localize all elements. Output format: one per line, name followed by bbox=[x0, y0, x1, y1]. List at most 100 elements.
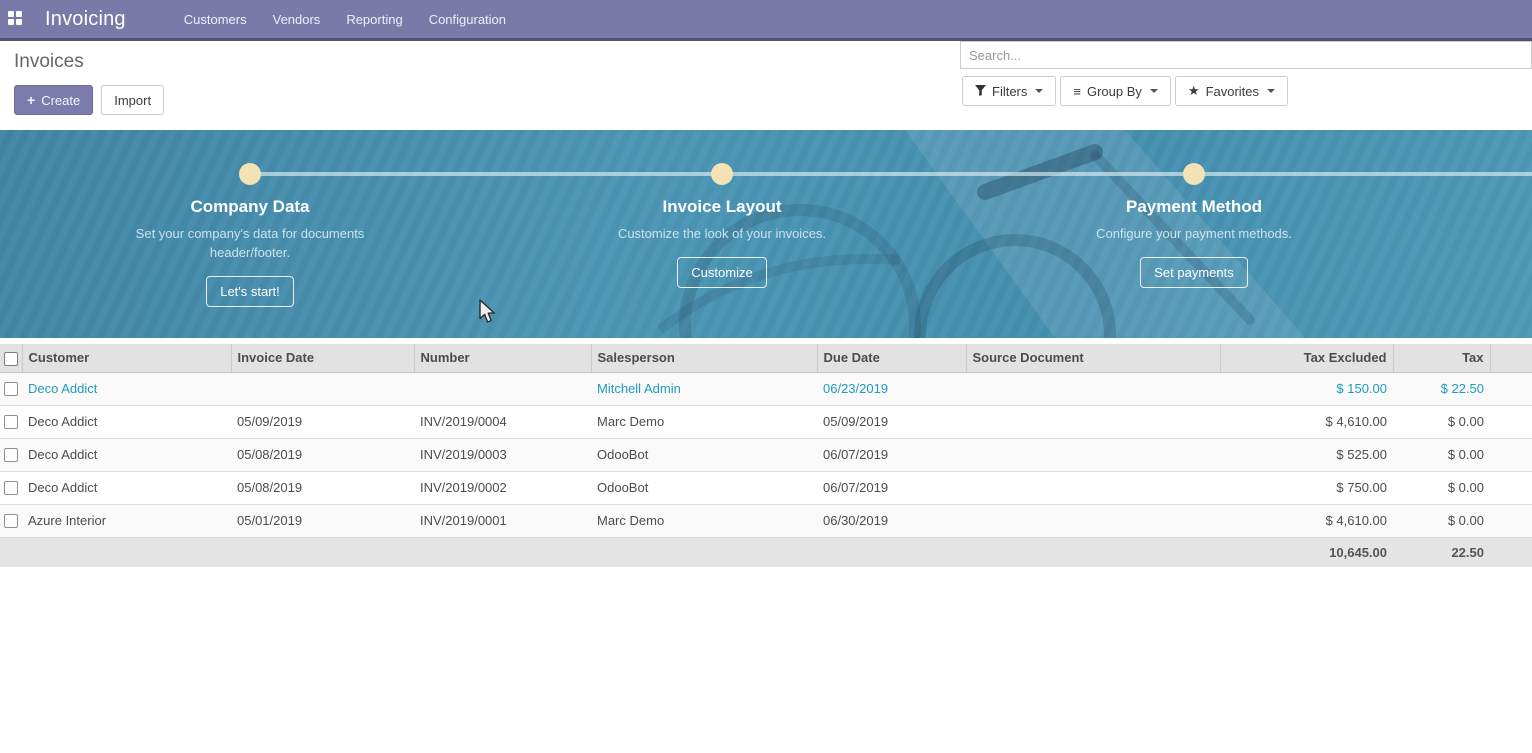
total-tax-excluded: 10,645.00 bbox=[1220, 537, 1393, 567]
menu-configuration[interactable]: Configuration bbox=[416, 0, 519, 39]
step-description: Configure your payment methods. bbox=[1079, 224, 1309, 243]
cell-tax-excluded[interactable]: $ 4,610.00 bbox=[1220, 405, 1393, 438]
row-checkbox[interactable] bbox=[4, 448, 18, 462]
cell-tax[interactable]: $ 0.00 bbox=[1393, 438, 1490, 471]
cell-customer[interactable]: Deco Addict bbox=[22, 438, 231, 471]
cell-tax[interactable]: $ 0.00 bbox=[1393, 471, 1490, 504]
cell-spacer bbox=[1490, 438, 1532, 471]
cell-customer[interactable]: Azure Interior bbox=[22, 504, 231, 537]
cell-invoice-date[interactable]: 05/09/2019 bbox=[231, 405, 414, 438]
cell-number[interactable]: INV/2019/0003 bbox=[414, 438, 591, 471]
cell-number[interactable] bbox=[414, 372, 591, 405]
cell-invoice-date[interactable]: 05/01/2019 bbox=[231, 504, 414, 537]
cell-customer[interactable]: Deco Addict bbox=[22, 405, 231, 438]
filters-dropdown-button[interactable]: Filters bbox=[962, 76, 1056, 106]
create-button-label: Create bbox=[41, 93, 80, 108]
row-checkbox[interactable] bbox=[4, 481, 18, 495]
cell-invoice-date[interactable]: 05/08/2019 bbox=[231, 471, 414, 504]
favorites-dropdown-button[interactable]: ★ Favorites bbox=[1175, 76, 1288, 106]
table-row[interactable]: Deco Addict 05/08/2019 INV/2019/0002 Odo… bbox=[0, 471, 1532, 504]
cell-due-date[interactable]: 06/07/2019 bbox=[817, 471, 966, 504]
cell-number[interactable]: INV/2019/0001 bbox=[414, 504, 591, 537]
column-header-invoice-date[interactable]: Invoice Date bbox=[231, 344, 414, 372]
cell-spacer bbox=[1490, 372, 1532, 405]
cell-invoice-date[interactable]: 05/08/2019 bbox=[231, 438, 414, 471]
cell-due-date[interactable]: 05/09/2019 bbox=[817, 405, 966, 438]
cell-tax[interactable]: $ 22.50 bbox=[1393, 372, 1490, 405]
cell-source-document[interactable] bbox=[966, 438, 1220, 471]
page-title: Invoices bbox=[14, 51, 164, 73]
cell-invoice-date[interactable] bbox=[231, 372, 414, 405]
cell-spacer bbox=[1490, 504, 1532, 537]
invoices-table: Customer Invoice Date Number Salesperson… bbox=[0, 344, 1532, 567]
cell-due-date[interactable]: 06/30/2019 bbox=[817, 504, 966, 537]
cell-tax-excluded[interactable]: $ 150.00 bbox=[1220, 372, 1393, 405]
cell-salesperson[interactable]: OdooBot bbox=[591, 438, 817, 471]
top-menu: Customers Vendors Reporting Configuratio… bbox=[171, 0, 519, 39]
customize-button[interactable]: Customize bbox=[677, 257, 766, 288]
menu-vendors[interactable]: Vendors bbox=[260, 0, 334, 39]
step-title: Invoice Layout bbox=[562, 197, 882, 217]
step-dot-icon bbox=[239, 163, 261, 185]
column-header-tax-excluded[interactable]: Tax Excluded bbox=[1220, 344, 1393, 372]
row-checkbox[interactable] bbox=[4, 514, 18, 528]
table-row[interactable]: Azure Interior 05/01/2019 INV/2019/0001 … bbox=[0, 504, 1532, 537]
group-by-dropdown-button[interactable]: ≡ Group By bbox=[1060, 76, 1171, 106]
table-row[interactable]: Deco Addict 05/09/2019 INV/2019/0004 Mar… bbox=[0, 405, 1532, 438]
invoices-list-view: Customer Invoice Date Number Salesperson… bbox=[0, 344, 1532, 567]
menu-reporting[interactable]: Reporting bbox=[333, 0, 415, 39]
cell-source-document[interactable] bbox=[966, 372, 1220, 405]
step-dot-icon bbox=[1183, 163, 1205, 185]
cell-source-document[interactable] bbox=[966, 471, 1220, 504]
onboarding-step-payment-method: Payment Method Configure your payment me… bbox=[1034, 163, 1354, 288]
cell-salesperson[interactable]: Marc Demo bbox=[591, 405, 817, 438]
column-header-spacer bbox=[1490, 344, 1532, 372]
cell-salesperson[interactable]: OdooBot bbox=[591, 471, 817, 504]
group-by-label: Group By bbox=[1087, 84, 1142, 99]
column-header-due-date[interactable]: Due Date bbox=[817, 344, 966, 372]
cell-source-document[interactable] bbox=[966, 405, 1220, 438]
cell-salesperson[interactable]: Marc Demo bbox=[591, 504, 817, 537]
chevron-down-icon bbox=[1035, 89, 1043, 93]
step-title: Company Data bbox=[90, 197, 410, 217]
cell-due-date[interactable]: 06/23/2019 bbox=[817, 372, 966, 405]
set-payments-button[interactable]: Set payments bbox=[1140, 257, 1248, 288]
apps-menu-icon[interactable] bbox=[8, 11, 24, 27]
table-row[interactable]: Deco Addict 05/08/2019 INV/2019/0003 Odo… bbox=[0, 438, 1532, 471]
column-header-salesperson[interactable]: Salesperson bbox=[591, 344, 817, 372]
cell-tax-excluded[interactable]: $ 525.00 bbox=[1220, 438, 1393, 471]
search-input[interactable] bbox=[960, 41, 1532, 69]
cell-tax[interactable]: $ 0.00 bbox=[1393, 405, 1490, 438]
column-header-tax[interactable]: Tax bbox=[1393, 344, 1490, 372]
row-checkbox[interactable] bbox=[4, 382, 18, 396]
row-checkbox[interactable] bbox=[4, 415, 18, 429]
import-button[interactable]: Import bbox=[101, 85, 164, 115]
table-row[interactable]: Deco Addict Mitchell Admin 06/23/2019 $ … bbox=[0, 372, 1532, 405]
column-header-source-document[interactable]: Source Document bbox=[966, 344, 1220, 372]
cell-source-document[interactable] bbox=[966, 504, 1220, 537]
table-totals-row: 10,645.00 22.50 bbox=[0, 537, 1532, 567]
cell-number[interactable]: INV/2019/0002 bbox=[414, 471, 591, 504]
cell-customer[interactable]: Deco Addict bbox=[22, 471, 231, 504]
star-icon: ★ bbox=[1188, 83, 1200, 99]
apps-grid-square bbox=[8, 19, 14, 25]
app-brand-title[interactable]: Invoicing bbox=[45, 8, 126, 31]
cell-tax-excluded[interactable]: $ 4,610.00 bbox=[1220, 504, 1393, 537]
cell-tax-excluded[interactable]: $ 750.00 bbox=[1220, 471, 1393, 504]
cell-salesperson[interactable]: Mitchell Admin bbox=[591, 372, 817, 405]
cell-due-date[interactable]: 06/07/2019 bbox=[817, 438, 966, 471]
create-button[interactable]: + Create bbox=[14, 85, 93, 115]
onboarding-step-company-data: Company Data Set your company's data for… bbox=[90, 163, 410, 307]
control-panel: Invoices + Create Import Filters bbox=[0, 41, 1532, 130]
cell-number[interactable]: INV/2019/0004 bbox=[414, 405, 591, 438]
select-all-checkbox[interactable] bbox=[4, 352, 18, 366]
lets-start-button[interactable]: Let's start! bbox=[206, 276, 294, 307]
menu-customers[interactable]: Customers bbox=[171, 0, 260, 39]
onboarding-banner: Company Data Set your company's data for… bbox=[0, 130, 1532, 338]
step-title: Payment Method bbox=[1034, 197, 1354, 217]
column-header-number[interactable]: Number bbox=[414, 344, 591, 372]
cell-customer[interactable]: Deco Addict bbox=[22, 372, 231, 405]
plus-icon: + bbox=[27, 92, 35, 108]
column-header-customer[interactable]: Customer bbox=[22, 344, 231, 372]
cell-tax[interactable]: $ 0.00 bbox=[1393, 504, 1490, 537]
